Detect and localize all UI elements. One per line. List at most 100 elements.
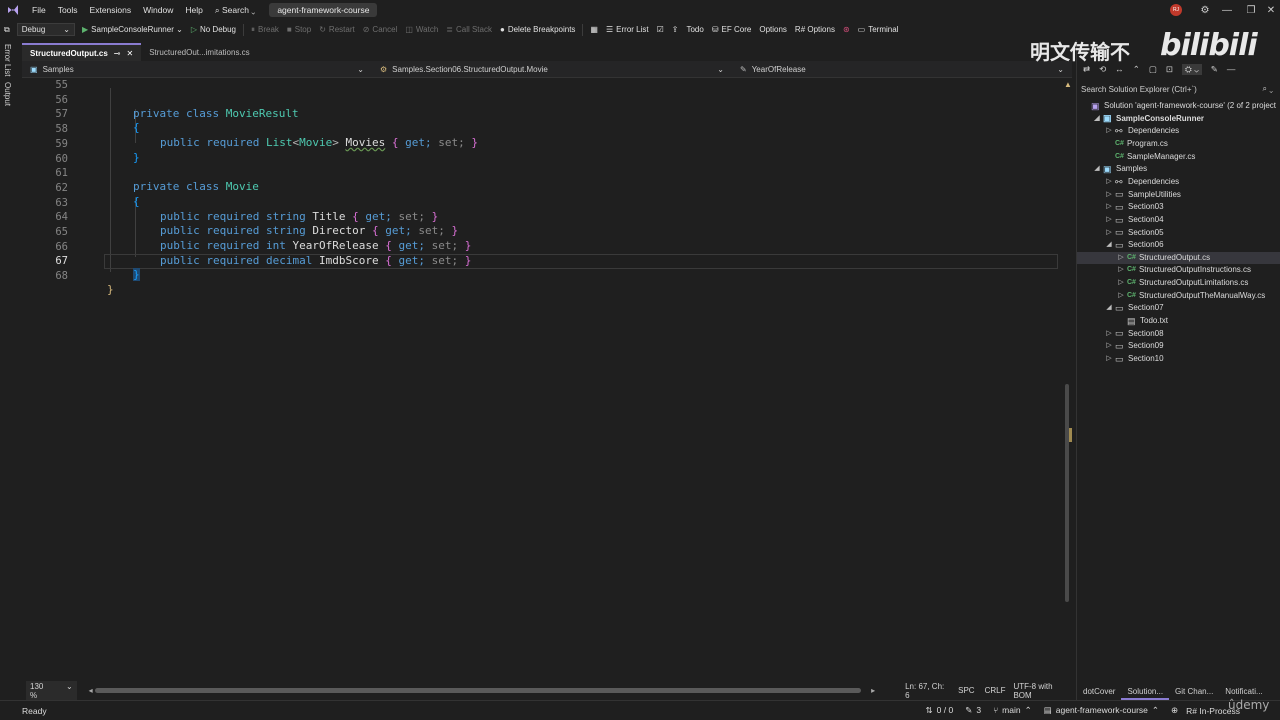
editor-vertical-scrollbar[interactable]: ▲ [1062, 78, 1072, 682]
menu-tools[interactable]: Tools [52, 5, 84, 15]
code-editor[interactable]: 55 56 private class MovieResult 57 { 58 … [22, 78, 1062, 682]
stop-button[interactable]: ■ Stop [283, 25, 315, 34]
upload-icon[interactable]: ⇪ [668, 25, 683, 34]
expand-arrow-icon[interactable]: ◢ [1093, 113, 1101, 126]
rs-options-button[interactable]: R# Options [791, 25, 839, 34]
properties-icon[interactable]: ✎ [1211, 64, 1218, 75]
delete-breakpoints-button[interactable]: ● Delete Breakpoints [496, 25, 579, 34]
expand-arrow-icon[interactable]: ◢ [1093, 163, 1101, 176]
tree-item[interactable]: C# SampleManager.cs [1077, 151, 1280, 164]
start-button[interactable]: ▶ SampleConsoleRunner ⌄ [78, 25, 187, 34]
collapse-arrow-icon[interactable]: ▷ [1105, 176, 1113, 189]
call-stack-button[interactable]: ≣ Call Stack [442, 25, 496, 34]
tree-item[interactable]: ▷ ▭ Section10 [1077, 353, 1280, 366]
more-icon[interactable]: — [1227, 64, 1236, 75]
tree-item[interactable]: ▷ ▭ Section09 [1077, 340, 1280, 353]
search-input[interactable]: Search Solution Explorer (Ctrl+`) [1081, 85, 1197, 94]
cancel-button[interactable]: ⊘ Cancel [359, 25, 402, 34]
collapse-arrow-icon[interactable]: ▷ [1117, 290, 1125, 303]
error-list-button[interactable]: ☰ Error List [602, 25, 653, 34]
tab-dotcover[interactable]: dotCover [1077, 684, 1121, 700]
tree-item[interactable]: ▷ C# StructuredOutputTheManualWay.cs [1077, 290, 1280, 303]
tree-item[interactable]: ◢ ▣ Samples [1077, 163, 1280, 176]
tree-item[interactable]: ▷ ▭ Section03 [1077, 201, 1280, 214]
avatar[interactable]: RJ [1170, 4, 1182, 16]
tree-item[interactable]: ▤ Todo.txt [1077, 315, 1280, 328]
tree-item[interactable]: ▷ ⚯ Dependencies [1077, 176, 1280, 189]
refresh-icon[interactable]: ⊡ [1166, 64, 1173, 75]
output-side-tab[interactable]: Output [3, 82, 12, 106]
tree-item[interactable]: ▷ C# StructuredOutput.cs [1077, 251, 1280, 265]
visual-studio-logo-icon[interactable] [6, 3, 20, 17]
calculator-icon[interactable]: ▦ [586, 25, 602, 34]
git-branch[interactable]: ⑂ main ⌃ [993, 705, 1032, 716]
config-dropdown[interactable]: Debug ⌄ [16, 23, 75, 36]
toolbar-overflow-icon[interactable]: ⧉ [0, 25, 14, 35]
tree-item[interactable]: ▷ ▭ SampleUtilities [1077, 189, 1280, 202]
tree-item[interactable]: ▷ ▭ Section08 [1077, 328, 1280, 341]
tree-item[interactable]: ▷ C# StructuredOutputInstructions.cs [1077, 264, 1280, 277]
checklist-icon[interactable]: ☑ [653, 25, 668, 34]
scroll-left-icon[interactable]: ◂ [89, 686, 93, 695]
collapse-arrow-icon[interactable]: ▷ [1105, 340, 1113, 353]
menu-extensions[interactable]: Extensions [84, 5, 138, 15]
pending-edits[interactable]: ✎ 3 [965, 705, 981, 716]
collapse-arrow-icon[interactable]: ▷ [1105, 189, 1113, 202]
close-icon[interactable]: ✕ [126, 49, 133, 58]
error-list-side-tab[interactable]: Error List [3, 44, 12, 76]
whitespace-mode[interactable]: SPC [958, 686, 974, 695]
horizontal-scrollbar-thumb[interactable] [94, 688, 862, 693]
zoom-dropdown[interactable]: 130 % ⌄ [26, 680, 77, 701]
tab-structured-output-limitations[interactable]: StructuredOut...imitations.cs [141, 43, 257, 61]
terminal-button[interactable]: ▭ Terminal [854, 25, 903, 34]
no-debug-button[interactable]: ▷ No Debug [187, 25, 240, 34]
git-repository[interactable]: ▤ agent-framework-course ⌃ [1044, 705, 1159, 716]
menu-file[interactable]: File [26, 5, 52, 15]
collapse-arrow-icon[interactable]: ▷ [1105, 328, 1113, 341]
todo-button[interactable]: Todo [682, 25, 707, 34]
collapse-arrow-icon[interactable]: ▷ [1105, 214, 1113, 227]
options-button[interactable]: Options [755, 25, 791, 34]
pin-icon[interactable]: ⊸ [114, 49, 121, 58]
collapse-arrow-icon[interactable]: ▷ [1105, 201, 1113, 214]
menu-help[interactable]: Help [179, 5, 208, 15]
tab-structured-output[interactable]: StructuredOutput.cs ⊸ ✕ [22, 43, 142, 61]
expand-arrow-icon[interactable]: ◢ [1105, 239, 1113, 252]
collapse-arrow-icon[interactable]: ▷ [1117, 277, 1125, 290]
solution-explorer-search[interactable]: Search Solution Explorer (Ctrl+`) ⌕ ⌄ [1081, 82, 1277, 96]
break-button[interactable]: ⏸ Break [247, 25, 283, 35]
resharper-icon[interactable]: ⊛ [839, 25, 854, 34]
line-ending[interactable]: CRLF [985, 686, 1006, 695]
watch-button[interactable]: ◫ Watch [401, 25, 442, 34]
collapse-arrow-icon[interactable]: ▷ [1117, 252, 1125, 265]
solution-name-badge[interactable]: agent-framework-course [269, 3, 378, 17]
tree-item[interactable]: C# Program.cs [1077, 138, 1280, 151]
tab-solution-explorer[interactable]: Solution... [1121, 684, 1170, 700]
collapse-all-icon[interactable]: ⌃ [1133, 64, 1140, 75]
cursor-position[interactable]: Ln: 67, Ch: 6 [905, 682, 950, 700]
git-sync-status[interactable]: ⇅ 0 / 0 [926, 705, 954, 716]
project-dropdown[interactable]: ▣ Samples ⌄ [22, 61, 372, 78]
collapse-arrow-icon[interactable]: ▷ [1105, 353, 1113, 366]
expand-arrow-icon[interactable]: ◢ [1105, 302, 1113, 315]
tree-item[interactable]: ▷ C# StructuredOutputLimitations.cs [1077, 277, 1280, 290]
tree-item[interactable]: ◢ ▭ Section06 [1077, 239, 1280, 252]
collapse-arrow-icon[interactable]: ▷ [1105, 125, 1113, 138]
menu-window[interactable]: Window [137, 5, 179, 15]
tree-item[interactable]: ▣ Solution 'agent-framework-course' (2 of… [1077, 100, 1280, 113]
tree-item[interactable]: ◢ ▣ SampleConsoleRunner [1077, 113, 1280, 126]
menu-search[interactable]: ⌕ Search ⌄ [209, 5, 261, 16]
resharper-status-icon[interactable]: ⊕ [1171, 705, 1178, 716]
collapse-arrow-icon[interactable]: ▷ [1105, 227, 1113, 240]
tree-item[interactable]: ◢ ▭ Section07 [1077, 302, 1280, 315]
member-dropdown[interactable]: ✎ YearOfRelease ⌄ [732, 61, 1072, 78]
tab-git-changes[interactable]: Git Chan... [1169, 684, 1219, 700]
switch-views-icon[interactable]: ↔ [1115, 64, 1124, 75]
ef-core-button[interactable]: ⛁ EF Core [708, 25, 756, 34]
scrollbar-thumb[interactable] [1065, 384, 1069, 602]
restart-button[interactable]: ↻ Restart [315, 25, 359, 34]
encoding[interactable]: UTF-8 with BOM [1013, 682, 1072, 700]
scroll-right-icon[interactable]: ▸ [871, 686, 875, 695]
tree-item[interactable]: ▷ ▭ Section04 [1077, 214, 1280, 227]
tree-item[interactable]: ▷ ⚯ Dependencies [1077, 125, 1280, 138]
